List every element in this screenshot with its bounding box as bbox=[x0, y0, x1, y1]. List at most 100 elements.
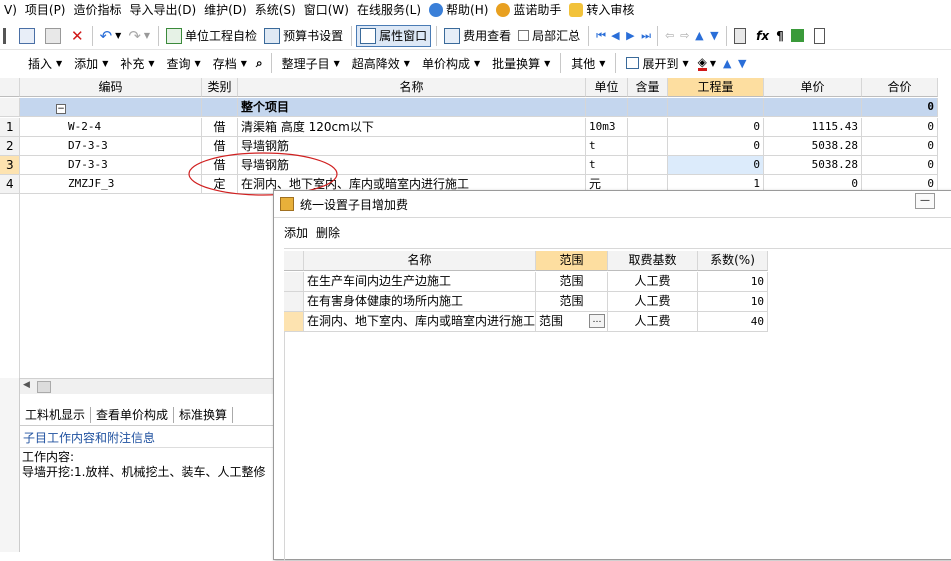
header-type[interactable]: 类别 bbox=[202, 78, 238, 97]
menu-assistant[interactable]: 蓝诺助手 bbox=[492, 0, 565, 20]
move-down-button[interactable]: ▼ bbox=[707, 25, 721, 47]
menu-project[interactable]: 项目(P) bbox=[21, 0, 70, 20]
row-content[interactable] bbox=[628, 156, 668, 175]
row-code[interactable]: W-2-4 bbox=[20, 118, 202, 137]
tab-standard-conversion[interactable]: 标准换算 bbox=[174, 406, 234, 423]
header-content[interactable]: 含量 bbox=[628, 78, 668, 97]
organize-dropdown[interactable]: 整理子目 ▼ bbox=[276, 53, 346, 73]
ellipsis-button[interactable]: … bbox=[589, 314, 605, 328]
table-row[interactable]: 2 D7-3-3 借 导墙钢筋 t 0 5038.28 0 bbox=[0, 137, 938, 156]
height-reduction-dropdown[interactable]: 超高降效 ▼ bbox=[346, 53, 416, 73]
row-name[interactable]: 在生产车间内边生产边施工 bbox=[304, 272, 536, 292]
header-base[interactable]: 取费基数 bbox=[608, 251, 698, 271]
add-dropdown[interactable]: 添加 ▼ bbox=[68, 53, 114, 73]
row-code[interactable]: D7-3-3 bbox=[20, 137, 202, 156]
minimize-button[interactable]: — bbox=[915, 193, 935, 209]
paste-button[interactable] bbox=[42, 25, 67, 47]
fill-color-button[interactable]: ◈ ▼ bbox=[695, 52, 719, 74]
copy-button[interactable] bbox=[16, 25, 41, 47]
archive-dropdown[interactable]: 存档 ▼ bbox=[207, 53, 253, 73]
row-content[interactable] bbox=[628, 137, 668, 156]
row-unit-price[interactable]: 5038.28 bbox=[764, 156, 862, 175]
collapse-toggle[interactable]: − bbox=[20, 98, 202, 117]
delete-button[interactable]: ✕ bbox=[68, 25, 87, 47]
row-unit-price[interactable]: 1115.43 bbox=[764, 118, 862, 137]
row-up-button[interactable]: ▲ bbox=[720, 52, 734, 74]
header-quantity[interactable]: 工程量 bbox=[668, 78, 764, 97]
header-name[interactable]: 名称 bbox=[304, 251, 536, 271]
header-name[interactable]: 名称 bbox=[238, 78, 586, 97]
table-row[interactable]: 在生产车间内边生产边施工 范围 人工费 10 bbox=[284, 272, 768, 292]
header-coefficient[interactable]: 系数(%) bbox=[698, 251, 768, 271]
scroll-left-icon[interactable]: ◀ bbox=[23, 380, 30, 390]
row-coefficient[interactable]: 10 bbox=[698, 272, 768, 292]
row-scope[interactable]: 范围 … bbox=[536, 312, 608, 332]
unit-check-button[interactable]: 单位工程自检 bbox=[163, 25, 260, 47]
row-coefficient[interactable]: 40 bbox=[698, 312, 768, 332]
menu-transfer-audit[interactable]: 转入审核 bbox=[565, 0, 638, 20]
cube-button[interactable] bbox=[788, 25, 810, 47]
first-record-button[interactable]: ⏮ bbox=[593, 25, 607, 47]
scroll-thumb[interactable] bbox=[37, 381, 51, 393]
horizontal-scrollbar[interactable]: ◀ bbox=[20, 378, 276, 394]
local-summary-toggle[interactable]: 局部汇总 bbox=[515, 25, 583, 47]
row-code[interactable]: D7-3-3 bbox=[20, 156, 202, 175]
table-row[interactable]: 在有害身体健康的场所内施工 范围 人工费 10 bbox=[284, 292, 768, 312]
tab-material-machine[interactable]: 工料机显示 bbox=[20, 406, 92, 423]
row-type[interactable]: 借 bbox=[202, 118, 238, 137]
row-quantity[interactable]: 0 bbox=[668, 156, 764, 175]
expand-to-dropdown[interactable]: 展开到 ▼ bbox=[620, 53, 694, 73]
redo-button[interactable]: ↷ ▼ bbox=[125, 25, 153, 47]
row-unit[interactable]: 10m3 bbox=[586, 118, 628, 137]
budget-settings-button[interactable]: 预算书设置 bbox=[261, 25, 346, 47]
supplement-dropdown[interactable]: 补充 ▼ bbox=[114, 53, 160, 73]
header-unit-price[interactable]: 单价 bbox=[764, 78, 862, 97]
cut-button[interactable] bbox=[0, 25, 15, 47]
row-content[interactable] bbox=[628, 118, 668, 137]
row-code[interactable]: ZMZJF_3 bbox=[20, 175, 202, 194]
row-coefficient[interactable]: 10 bbox=[698, 292, 768, 312]
menu-cost-index[interactable]: 造价指标 bbox=[70, 0, 126, 20]
row-base[interactable]: 人工费 bbox=[608, 312, 698, 332]
property-window-button[interactable]: 属性窗口 bbox=[356, 24, 432, 47]
query-dropdown[interactable]: 查询 ▼ bbox=[161, 53, 207, 73]
tab-unit-price-composition[interactable]: 查看单价构成 bbox=[91, 406, 175, 423]
batch-convert-dropdown[interactable]: 批量换算 ▼ bbox=[486, 53, 556, 73]
row-down-button[interactable]: ▼ bbox=[735, 52, 749, 74]
menu-help[interactable]: 帮助(H) bbox=[425, 0, 492, 20]
fee-view-button[interactable]: 费用查看 bbox=[441, 25, 514, 47]
last-record-button[interactable]: ⏭ bbox=[638, 25, 652, 47]
list-button[interactable] bbox=[811, 25, 831, 47]
header-code[interactable]: 编码 bbox=[20, 78, 202, 97]
row-name[interactable]: 在洞内、地下室内、库内或暗室内进行施工 bbox=[304, 312, 536, 332]
find-button[interactable]: ⌕ bbox=[253, 52, 266, 74]
row-unit[interactable]: t bbox=[586, 156, 628, 175]
table-row[interactable]: 1 W-2-4 借 清渠箱 高度 120cm以下 10m3 0 1115.43 … bbox=[0, 118, 938, 137]
header-unit[interactable]: 单位 bbox=[586, 78, 628, 97]
table-row[interactable]: 3 D7-3-3 借 导墙钢筋 t 0 5038.28 0 bbox=[0, 156, 938, 175]
row-quantity[interactable]: 0 bbox=[668, 137, 764, 156]
unit-price-dropdown[interactable]: 单价构成 ▼ bbox=[416, 53, 486, 73]
move-up-button[interactable]: ▲ bbox=[692, 25, 706, 47]
prev-record-button[interactable]: ◀ bbox=[608, 25, 622, 47]
move-right-button[interactable]: ⇨ bbox=[677, 25, 691, 47]
move-left-button[interactable]: ⇦ bbox=[662, 25, 676, 47]
dialog-delete-button[interactable]: 删除 bbox=[316, 224, 340, 241]
row-scope[interactable]: 范围 bbox=[536, 272, 608, 292]
menu-system[interactable]: 系统(S) bbox=[251, 0, 300, 20]
next-record-button[interactable]: ▶ bbox=[623, 25, 637, 47]
header-total[interactable]: 合价 bbox=[862, 78, 938, 97]
row-name[interactable]: 在有害身体健康的场所内施工 bbox=[304, 292, 536, 312]
row-scope[interactable]: 范围 bbox=[536, 292, 608, 312]
menu-window[interactable]: 窗口(W) bbox=[300, 0, 353, 20]
other-dropdown[interactable]: 其他 ▼ bbox=[565, 53, 611, 73]
row-unit-price[interactable]: 5038.28 bbox=[764, 137, 862, 156]
dialog-add-button[interactable]: 添加 bbox=[284, 224, 308, 241]
row-base[interactable]: 人工费 bbox=[608, 272, 698, 292]
menu-maintain[interactable]: 维护(D) bbox=[200, 0, 251, 20]
undo-button[interactable]: ↶ ▼ bbox=[97, 25, 125, 47]
calculator-button[interactable] bbox=[731, 25, 752, 47]
row-quantity[interactable]: 0 bbox=[668, 118, 764, 137]
insert-dropdown[interactable]: 插入 ▼ bbox=[22, 53, 68, 73]
menu-online-service[interactable]: 在线服务(L) bbox=[353, 0, 425, 20]
